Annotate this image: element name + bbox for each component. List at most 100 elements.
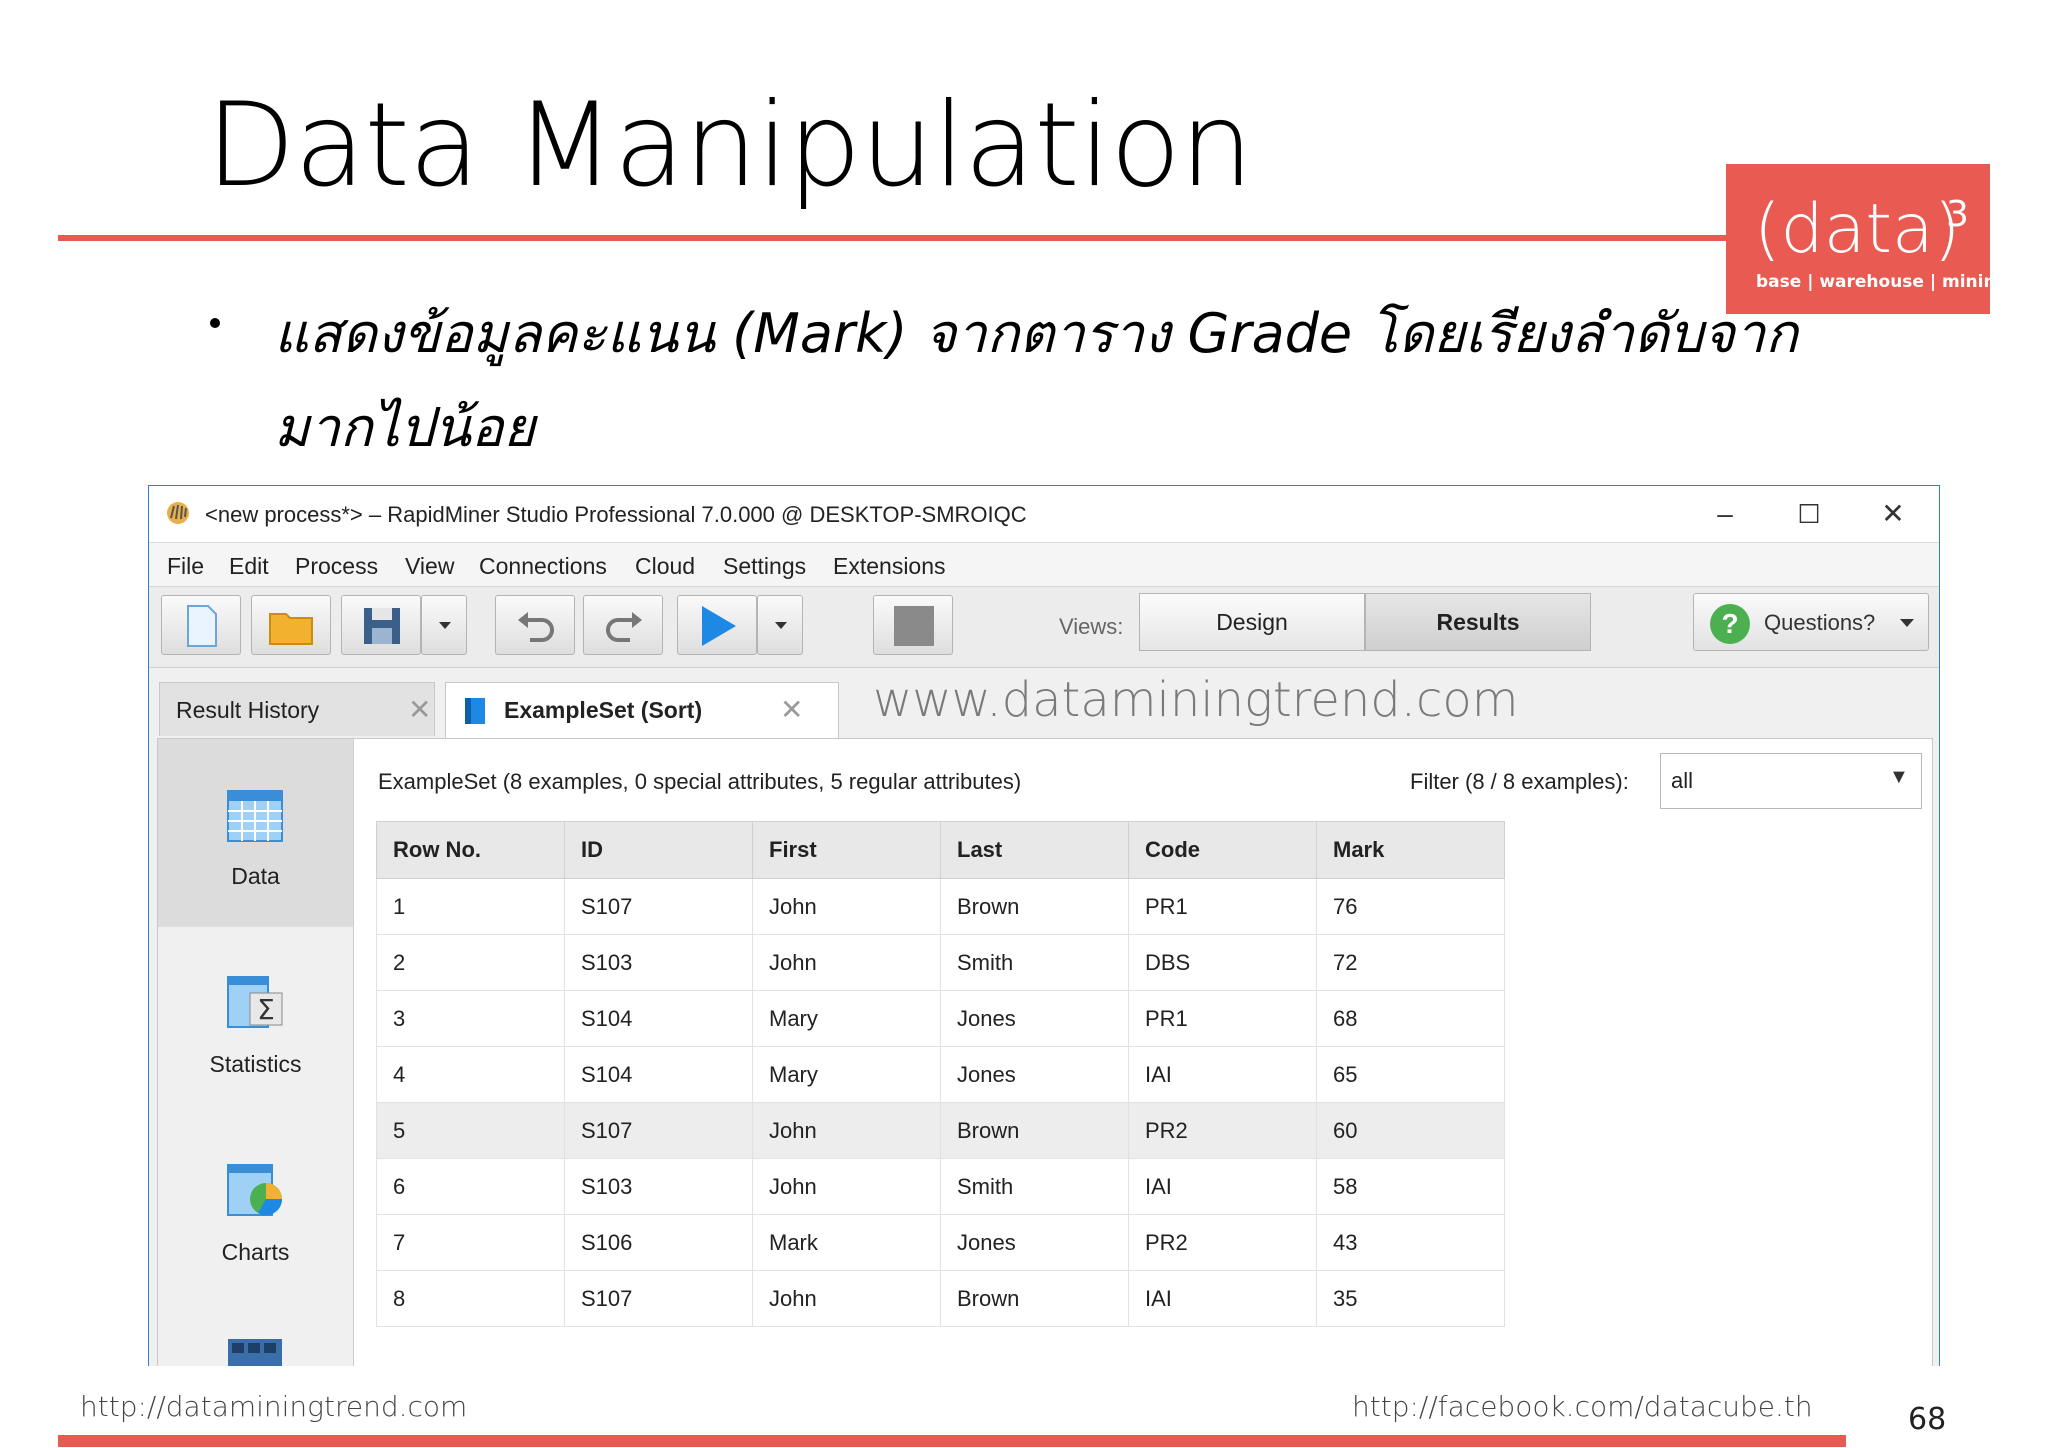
cell-row-no[interactable]: 7 — [376, 1214, 565, 1271]
cell-id[interactable]: S103 — [564, 934, 753, 991]
cell-first[interactable]: John — [752, 1270, 941, 1327]
column-header-code[interactable]: Code — [1128, 821, 1317, 879]
footer-facebook-link: http://facebook.com/datacube.th — [1352, 1390, 1813, 1423]
cell-code[interactable]: PR2 — [1128, 1102, 1317, 1159]
cell-first[interactable]: John — [752, 1158, 941, 1215]
sidebar-item-statistics[interactable]: Σ Statistics — [158, 927, 353, 1115]
column-header-id[interactable]: ID — [564, 821, 753, 879]
table-row[interactable]: 5 S107 John Brown PR2 60 — [376, 1102, 1505, 1159]
cell-id[interactable]: S107 — [564, 1102, 753, 1159]
cell-mark[interactable]: 76 — [1316, 878, 1505, 935]
cell-row-no[interactable]: 1 — [376, 878, 565, 935]
cell-id[interactable]: S104 — [564, 1046, 753, 1103]
undo-button[interactable] — [495, 595, 575, 655]
cell-last[interactable]: Brown — [940, 878, 1129, 935]
cell-last[interactable]: Jones — [940, 1214, 1129, 1271]
cell-row-no[interactable]: 5 — [376, 1102, 565, 1159]
cell-mark[interactable]: 65 — [1316, 1046, 1505, 1103]
results-view-button[interactable]: Results — [1365, 593, 1591, 651]
chevron-down-icon: ▼ — [1889, 766, 1909, 788]
table-row[interactable]: 6 S103 John Smith IAI 58 — [376, 1158, 1505, 1215]
stop-process-button[interactable] — [873, 595, 953, 655]
cell-row-no[interactable]: 3 — [376, 990, 565, 1047]
close-window-button[interactable]: ✕ — [1863, 494, 1923, 534]
tab-result-history[interactable]: Result History ✕ — [159, 682, 435, 736]
sidebar-item-more[interactable] — [158, 1303, 353, 1366]
menu-connections[interactable]: Connections — [479, 553, 607, 580]
column-header-last[interactable]: Last — [940, 821, 1129, 879]
cell-last[interactable]: Jones — [940, 1046, 1129, 1103]
column-header-mark[interactable]: Mark — [1316, 821, 1505, 879]
cell-mark[interactable]: 35 — [1316, 1270, 1505, 1327]
cell-first[interactable]: Mark — [752, 1214, 941, 1271]
maximize-button[interactable]: ☐ — [1779, 494, 1839, 534]
cell-first[interactable]: John — [752, 878, 941, 935]
new-process-button[interactable] — [161, 595, 241, 655]
table-row[interactable]: 2 S103 John Smith DBS 72 — [376, 934, 1505, 991]
cell-code[interactable]: PR2 — [1128, 1214, 1317, 1271]
menu-view[interactable]: View — [405, 553, 454, 580]
table-row[interactable]: 4 S104 Mary Jones IAI 65 — [376, 1046, 1505, 1103]
cell-code[interactable]: IAI — [1128, 1270, 1317, 1327]
run-dropdown-button[interactable] — [757, 595, 803, 655]
close-tab-icon[interactable]: ✕ — [780, 693, 803, 726]
cell-code[interactable]: DBS — [1128, 934, 1317, 991]
table-row[interactable]: 3 S104 Mary Jones PR1 68 — [376, 990, 1505, 1047]
cell-first[interactable]: John — [752, 1102, 941, 1159]
cell-code[interactable]: PR1 — [1128, 878, 1317, 935]
menu-extensions[interactable]: Extensions — [833, 553, 946, 580]
cell-mark[interactable]: 60 — [1316, 1102, 1505, 1159]
cell-row-no[interactable]: 6 — [376, 1158, 565, 1215]
table-row[interactable]: 1 S107 John Brown PR1 76 — [376, 878, 1505, 935]
tab-exampleset-sort[interactable]: ExampleSet (Sort) ✕ — [445, 682, 839, 738]
cell-code[interactable]: PR1 — [1128, 990, 1317, 1047]
design-view-button[interactable]: Design — [1139, 593, 1365, 651]
table-header-row: Row No. ID First Last Code Mark — [376, 821, 1505, 879]
cell-mark[interactable]: 58 — [1316, 1158, 1505, 1215]
cell-id[interactable]: S103 — [564, 1158, 753, 1215]
cell-first[interactable]: Mary — [752, 990, 941, 1047]
menu-process[interactable]: Process — [295, 553, 378, 580]
redo-button[interactable] — [583, 595, 663, 655]
questions-button[interactable]: ? Questions? — [1693, 593, 1929, 651]
sidebar-item-data[interactable]: Data — [158, 739, 353, 927]
cell-id[interactable]: S107 — [564, 878, 753, 935]
minimize-button[interactable]: – — [1695, 494, 1755, 534]
cell-mark[interactable]: 72 — [1316, 934, 1505, 991]
cell-last[interactable]: Smith — [940, 934, 1129, 991]
table-row[interactable]: 8 S107 John Brown IAI 35 — [376, 1270, 1505, 1327]
open-folder-icon — [269, 613, 313, 645]
sidebar-item-charts[interactable]: Charts — [158, 1115, 353, 1303]
cell-code[interactable]: IAI — [1128, 1158, 1317, 1215]
cell-row-no[interactable]: 2 — [376, 934, 565, 991]
logo-subtitle: base | warehouse | mining — [1756, 272, 2008, 292]
menu-file[interactable]: File — [167, 553, 204, 580]
column-header-first[interactable]: First — [752, 821, 941, 879]
cell-row-no[interactable]: 8 — [376, 1270, 565, 1327]
svg-text:?: ? — [1721, 608, 1738, 639]
column-header-row-no[interactable]: Row No. — [376, 821, 565, 879]
open-process-button[interactable] — [251, 595, 331, 655]
cell-code[interactable]: IAI — [1128, 1046, 1317, 1103]
cell-first[interactable]: Mary — [752, 1046, 941, 1103]
cell-last[interactable]: Smith — [940, 1158, 1129, 1215]
cell-first[interactable]: John — [752, 934, 941, 991]
cell-last[interactable]: Brown — [940, 1270, 1129, 1327]
cell-last[interactable]: Jones — [940, 990, 1129, 1047]
cell-row-no[interactable]: 4 — [376, 1046, 565, 1103]
cell-id[interactable]: S104 — [564, 990, 753, 1047]
cell-mark[interactable]: 68 — [1316, 990, 1505, 1047]
close-tab-icon[interactable]: ✕ — [408, 693, 431, 726]
cell-id[interactable]: S107 — [564, 1270, 753, 1327]
menu-settings[interactable]: Settings — [723, 553, 806, 580]
cell-last[interactable]: Brown — [940, 1102, 1129, 1159]
filter-dropdown[interactable]: all ▼ — [1660, 753, 1922, 809]
save-dropdown-button[interactable] — [421, 595, 467, 655]
cell-id[interactable]: S106 — [564, 1214, 753, 1271]
menu-cloud[interactable]: Cloud — [635, 553, 695, 580]
menu-edit[interactable]: Edit — [229, 553, 269, 580]
cell-mark[interactable]: 43 — [1316, 1214, 1505, 1271]
run-process-button[interactable] — [677, 595, 757, 655]
table-row[interactable]: 7 S106 Mark Jones PR2 43 — [376, 1214, 1505, 1271]
save-process-button[interactable] — [341, 595, 421, 655]
